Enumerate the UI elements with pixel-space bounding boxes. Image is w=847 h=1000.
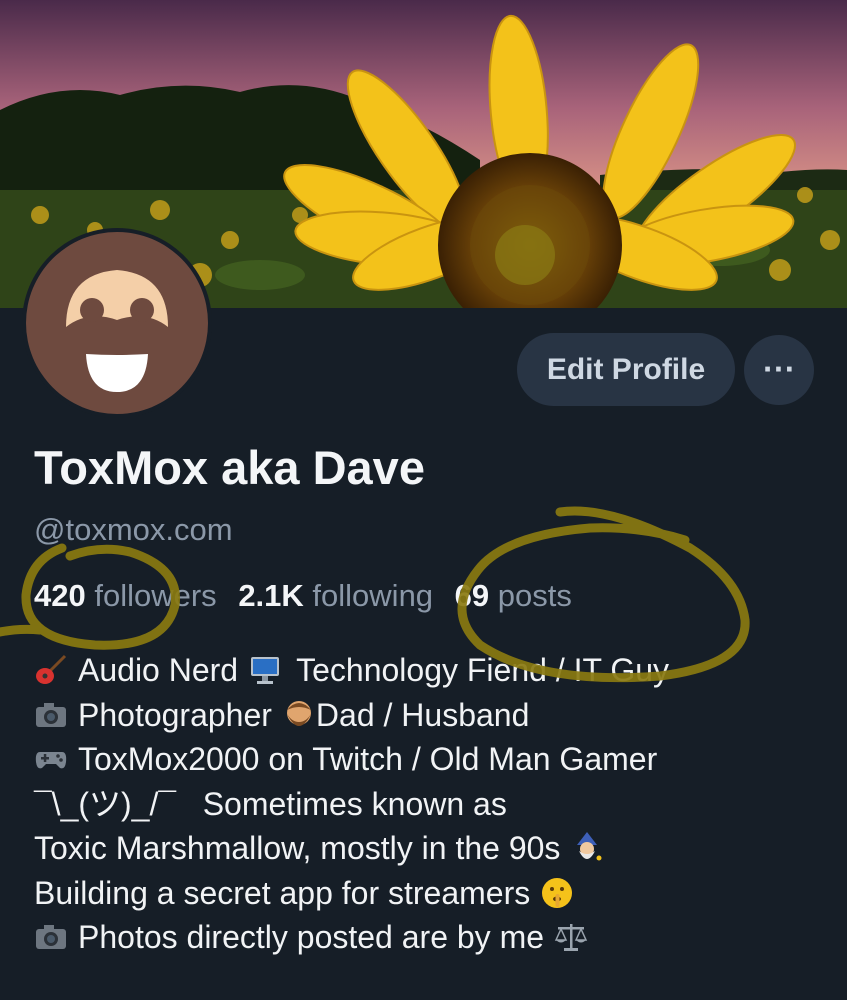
- bio-line: Building a secret app for streamers: [34, 871, 834, 916]
- edit-profile-button[interactable]: Edit Profile: [517, 333, 735, 406]
- following-link[interactable]: 2.1K following: [238, 578, 433, 614]
- bio-text: Photographer: [78, 696, 272, 733]
- posts-count: 69: [454, 578, 490, 613]
- more-options-button[interactable]: ···: [744, 335, 814, 405]
- profile-stats: 420 followers 2.1K following 69 posts: [34, 578, 585, 614]
- followers-count: 420: [34, 578, 86, 613]
- wizard-icon: [577, 832, 602, 861]
- bio-text: Photos directly posted are by me: [78, 919, 545, 955]
- balance-scale-icon: [554, 924, 588, 952]
- bio-text: Building a secret app for streamers: [34, 874, 531, 911]
- following-label: following: [312, 578, 434, 613]
- display-name: ToxMox aka Dave: [34, 441, 425, 494]
- bio-text: Technology Fiend / IT Guy: [296, 652, 670, 688]
- bio-line: ¯\_(ツ)_/¯ Sometimes known as: [34, 782, 834, 827]
- shushing-face-icon: [542, 877, 573, 908]
- guitar-icon: [36, 655, 67, 685]
- camera-icon: [36, 702, 66, 727]
- profile-handle: @toxmox.com: [34, 512, 233, 547]
- desktop-computer-icon: [251, 657, 280, 685]
- bio-line: Audio Nerd Technology Fiend / IT Guy: [34, 648, 834, 693]
- bio-line: Photographer Dad / Husband: [34, 693, 834, 738]
- posts-link[interactable]: 69 posts: [455, 578, 572, 614]
- bio-line: Toxic Marshmallow, mostly in the 90s: [34, 826, 834, 871]
- bio-text: Dad / Husband: [315, 696, 530, 733]
- camera-icon: [36, 925, 66, 950]
- bio-text: ToxMox2000 on Twitch / Old Man Gamer: [78, 741, 658, 777]
- avatar[interactable]: [22, 228, 212, 418]
- followers-link[interactable]: 420 followers: [34, 578, 217, 614]
- bio-text: Audio Nerd: [78, 652, 239, 688]
- followers-label: followers: [94, 578, 217, 613]
- following-count: 2.1K: [238, 578, 304, 613]
- bio-text: ¯\_(ツ)_/¯ Sometimes known as: [34, 785, 507, 822]
- game-controller-icon: [35, 752, 67, 769]
- posts-label: posts: [497, 578, 572, 613]
- profile-bio: Audio Nerd Technology Fiend / IT Guy Pho…: [34, 648, 834, 960]
- bio-line: Photos directly posted are by me: [34, 915, 834, 960]
- bio-line: ToxMox2000 on Twitch / Old Man Gamer: [34, 737, 834, 782]
- bio-text: Toxic Marshmallow, mostly in the 90s: [34, 830, 561, 866]
- bearded-person-icon: [286, 700, 311, 726]
